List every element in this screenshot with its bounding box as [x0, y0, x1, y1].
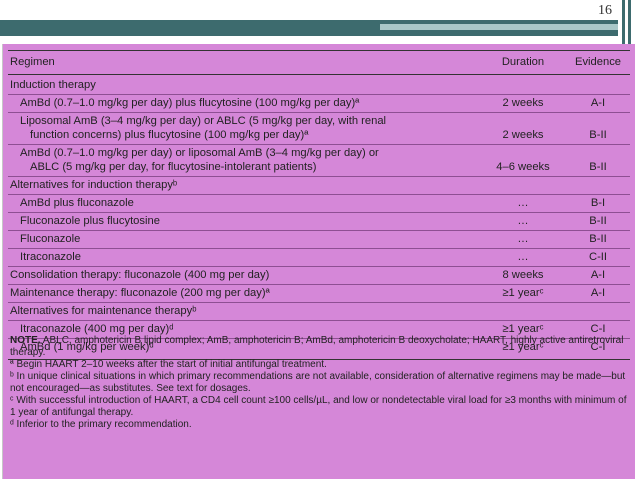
- row-evidence: A-I: [590, 287, 606, 299]
- slide-top-bar: [0, 0, 638, 20]
- row-duration: …: [517, 215, 529, 227]
- row-regimen: Alternatives for maintenance therapyᵇ: [10, 305, 197, 317]
- row-divider: [8, 266, 630, 267]
- row-divider: [8, 284, 630, 285]
- row-divider: [8, 248, 630, 249]
- footnote-a: ª Begin HAART 2–10 weeks after the start…: [10, 359, 327, 370]
- table-footnotes: NOTE. ABLC, amphotericin B lipid complex…: [10, 335, 630, 431]
- row-regimen: Itraconazole (400 mg per day)ᵈ: [20, 323, 174, 335]
- row-duration: 8 weeks: [502, 269, 544, 281]
- row-evidence: B-II: [589, 233, 607, 245]
- table-header-rule: [8, 74, 630, 75]
- footnote-c: ᶜ With successful introduction of HAART,…: [10, 395, 627, 418]
- row-divider: [8, 230, 630, 231]
- row-evidence: B-II: [589, 215, 607, 227]
- row-regimen-cont: ABLC (5 mg/kg per day, for flucytosine-i…: [30, 161, 317, 173]
- row-regimen: Maintenance therapy: fluconazole (200 mg…: [10, 287, 270, 299]
- row-duration: ≥1 yearᶜ: [502, 323, 544, 335]
- footnote-b: ᵇ In unique clinical situations in which…: [10, 371, 626, 394]
- row-evidence: A-I: [590, 97, 606, 109]
- row-divider: [8, 112, 630, 113]
- row-regimen: AmBd plus fluconazole: [20, 197, 134, 209]
- row-regimen: Fluconazole: [20, 233, 81, 245]
- slide-accent-bar: [622, 0, 625, 44]
- row-duration: 2 weeks: [502, 129, 544, 141]
- row-evidence: B-I: [590, 197, 606, 209]
- table-top-rule: [8, 50, 630, 51]
- note-label: NOTE.: [10, 335, 41, 346]
- row-evidence: B-II: [589, 129, 607, 141]
- row-evidence: C-II: [588, 251, 608, 263]
- header-duration: Duration: [501, 56, 545, 68]
- row-regimen: Consolidation therapy: fluconazole (400 …: [10, 269, 270, 281]
- row-duration: …: [517, 197, 529, 209]
- row-evidence: B-II: [589, 161, 607, 173]
- row-regimen: AmBd (0.7–1.0 mg/kg per day) plus flucyt…: [20, 97, 360, 109]
- row-divider: [8, 212, 630, 213]
- row-divider: [8, 144, 630, 145]
- row-divider: [8, 94, 630, 95]
- page-number: 16: [598, 3, 612, 18]
- header-evidence: Evidence: [574, 56, 622, 68]
- header-regimen: Regimen: [10, 56, 55, 68]
- row-duration: …: [517, 233, 529, 245]
- row-divider: [8, 176, 630, 177]
- row-regimen: AmBd (0.7–1.0 mg/kg per day) or liposoma…: [20, 147, 379, 159]
- row-regimen: Liposomal AmB (3–4 mg/kg per day) or ABL…: [20, 115, 387, 127]
- row-duration: …: [517, 251, 529, 263]
- footnote-d: ᵈ Inferior to the primary recommendation…: [10, 419, 192, 430]
- row-regimen-cont: function concerns) plus flucytosine (100…: [30, 129, 309, 141]
- footnote-note: NOTE. ABLC, amphotericin B lipid complex…: [10, 335, 630, 359]
- note-text: ABLC, amphotericin B lipid complex; AmB,…: [10, 335, 624, 358]
- row-regimen: Alternatives for induction therapyᵇ: [10, 179, 178, 191]
- slide-accent-bar: [628, 0, 631, 44]
- row-duration: ≥1 yearᶜ: [502, 287, 544, 299]
- row-regimen: Induction therapy: [10, 79, 96, 91]
- row-divider: [8, 194, 630, 195]
- row-duration: 4–6 weeks: [496, 161, 550, 173]
- row-regimen: Fluconazole plus flucytosine: [20, 215, 160, 227]
- slide-header-highlight: [380, 24, 618, 30]
- row-regimen: Itraconazole: [20, 251, 81, 263]
- row-evidence: A-I: [590, 269, 606, 281]
- row-divider: [8, 320, 630, 321]
- row-evidence: C-I: [590, 323, 606, 335]
- slide-header-divider: [0, 36, 618, 40]
- row-duration: 2 weeks: [502, 97, 544, 109]
- row-divider: [8, 302, 630, 303]
